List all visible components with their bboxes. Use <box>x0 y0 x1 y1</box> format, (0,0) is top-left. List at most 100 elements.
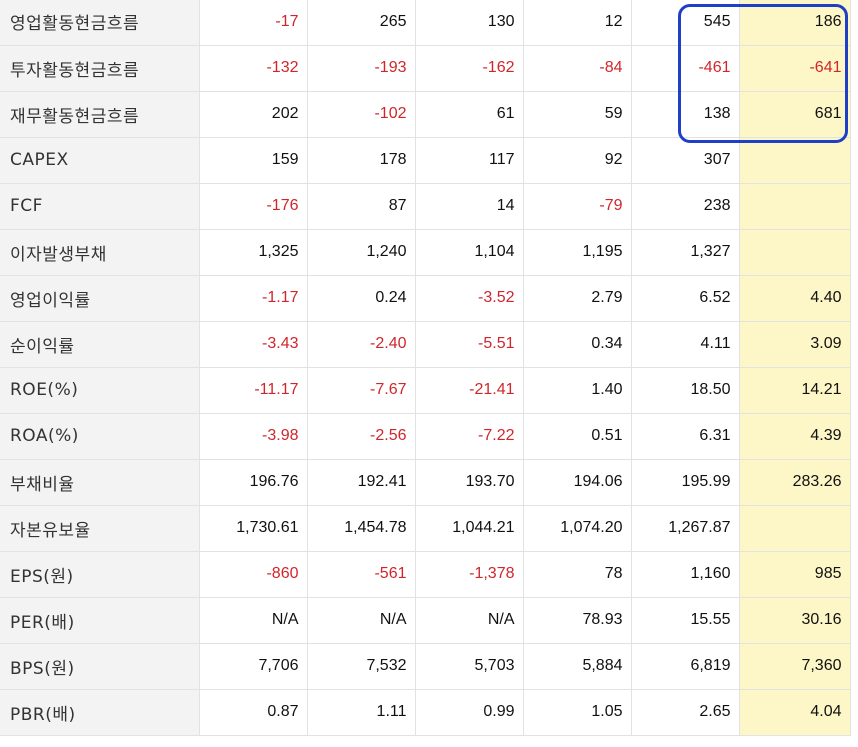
row-label: ROE(%) <box>0 367 200 414</box>
table-cell: -561 <box>307 551 416 598</box>
table-cell: 1.11 <box>307 689 416 736</box>
row-label: PBR(배) <box>0 689 200 736</box>
table-cell: 1,044.21 <box>415 505 524 552</box>
table-cell: -79 <box>523 183 632 230</box>
table-cell: 6.31 <box>631 413 740 460</box>
table-row: FCF -176 87 14 -79 238 <box>0 183 851 230</box>
table-cell: 1,454.78 <box>307 505 416 552</box>
table-cell: 0.87 <box>199 689 308 736</box>
table-cell: 61 <box>415 91 524 138</box>
table-cell: 1,730.61 <box>199 505 308 552</box>
table-cell: 117 <box>415 137 524 184</box>
table-cell <box>739 505 851 552</box>
table-cell: 15.55 <box>631 597 740 644</box>
table-cell: 194.06 <box>523 459 632 506</box>
table-row: 영업이익률 -1.17 0.24 -3.52 2.79 6.52 4.40 <box>0 275 851 322</box>
row-label: 투자활동현금흐름 <box>0 45 200 92</box>
row-label: 영업활동현금흐름 <box>0 0 200 46</box>
table-row: ROE(%) -11.17 -7.67 -21.41 1.40 18.50 14.21 <box>0 367 851 414</box>
table-cell: 1,104 <box>415 229 524 276</box>
table-cell: 7,706 <box>199 643 308 690</box>
table-cell: 130 <box>415 0 524 46</box>
table-cell: 265 <box>307 0 416 46</box>
table-cell: 6.52 <box>631 275 740 322</box>
table-cell: 238 <box>631 183 740 230</box>
table-cell: 1,195 <box>523 229 632 276</box>
table-row: 투자활동현금흐름 -132 -193 -162 -84 -461 -641 <box>0 45 851 92</box>
table-cell: 1,074.20 <box>523 505 632 552</box>
table-cell: 5,703 <box>415 643 524 690</box>
row-label: 부채비율 <box>0 459 200 506</box>
table-cell: -860 <box>199 551 308 598</box>
financial-table-body: 영업활동현금흐름 -17 265 130 12 545 186 투자활동현금흐름 -132 -19… <box>0 0 851 736</box>
table-cell: 5,884 <box>523 643 632 690</box>
table-cell: 283.26 <box>739 459 851 506</box>
table-cell: N/A <box>307 597 416 644</box>
table-cell: -193 <box>307 45 416 92</box>
table-cell: 1,325 <box>199 229 308 276</box>
table-cell: -3.43 <box>199 321 308 368</box>
table-cell: 192.41 <box>307 459 416 506</box>
table-cell: 6,819 <box>631 643 740 690</box>
table-row: BPS(원) 7,706 7,532 5,703 5,884 6,819 7,360 <box>0 643 851 690</box>
table-cell: 2.79 <box>523 275 632 322</box>
table-cell: -21.41 <box>415 367 524 414</box>
table-cell: N/A <box>415 597 524 644</box>
table-cell: 59 <box>523 91 632 138</box>
table-cell: 1.40 <box>523 367 632 414</box>
table-row: 재무활동현금흐름 202 -102 61 59 138 681 <box>0 91 851 138</box>
row-label: CAPEX <box>0 137 200 184</box>
table-cell <box>739 137 851 184</box>
table-cell: -1,378 <box>415 551 524 598</box>
table-cell: 14.21 <box>739 367 851 414</box>
table-cell: -3.52 <box>415 275 524 322</box>
table-cell: -7.67 <box>307 367 416 414</box>
table-cell: -1.17 <box>199 275 308 322</box>
table-cell: 178 <box>307 137 416 184</box>
row-label: 이자발생부채 <box>0 229 200 276</box>
table-cell: -461 <box>631 45 740 92</box>
row-label: ROA(%) <box>0 413 200 460</box>
table-cell: 14 <box>415 183 524 230</box>
table-cell: 1,327 <box>631 229 740 276</box>
table-cell: 1,160 <box>631 551 740 598</box>
row-label: 영업이익률 <box>0 275 200 322</box>
row-label: 자본유보율 <box>0 505 200 552</box>
table-cell: -132 <box>199 45 308 92</box>
table-cell: 1,267.87 <box>631 505 740 552</box>
table-cell: 7,532 <box>307 643 416 690</box>
table-cell: 78 <box>523 551 632 598</box>
table-cell: 7,360 <box>739 643 851 690</box>
table-cell: 4.04 <box>739 689 851 736</box>
table-cell: 12 <box>523 0 632 46</box>
table-row: 부채비율 196.76 192.41 193.70 194.06 195.99 283.26 <box>0 459 851 506</box>
row-label: BPS(원) <box>0 643 200 690</box>
row-label: 재무활동현금흐름 <box>0 91 200 138</box>
table-cell: 3.09 <box>739 321 851 368</box>
table-cell: 681 <box>739 91 851 138</box>
table-cell: -17 <box>199 0 308 46</box>
table-cell: 2.65 <box>631 689 740 736</box>
table-cell: 30.16 <box>739 597 851 644</box>
table-row: 이자발생부채 1,325 1,240 1,104 1,195 1,327 <box>0 229 851 276</box>
table-cell: -162 <box>415 45 524 92</box>
table-cell: 4.11 <box>631 321 740 368</box>
table-cell: -5.51 <box>415 321 524 368</box>
table-cell: 87 <box>307 183 416 230</box>
table-cell: 4.40 <box>739 275 851 322</box>
table-cell: 985 <box>739 551 851 598</box>
table-cell: -3.98 <box>199 413 308 460</box>
table-cell: -102 <box>307 91 416 138</box>
table-cell: 0.51 <box>523 413 632 460</box>
table-cell: 545 <box>631 0 740 46</box>
table-cell: 186 <box>739 0 851 46</box>
table-row: EPS(원) -860 -561 -1,378 78 1,160 985 <box>0 551 851 598</box>
row-label: EPS(원) <box>0 551 200 598</box>
table-cell: 195.99 <box>631 459 740 506</box>
table-row: 영업활동현금흐름 -17 265 130 12 545 186 <box>0 0 851 46</box>
table-cell: 0.99 <box>415 689 524 736</box>
row-label: PER(배) <box>0 597 200 644</box>
table-cell: 4.39 <box>739 413 851 460</box>
row-label: 순이익률 <box>0 321 200 368</box>
table-cell: -84 <box>523 45 632 92</box>
